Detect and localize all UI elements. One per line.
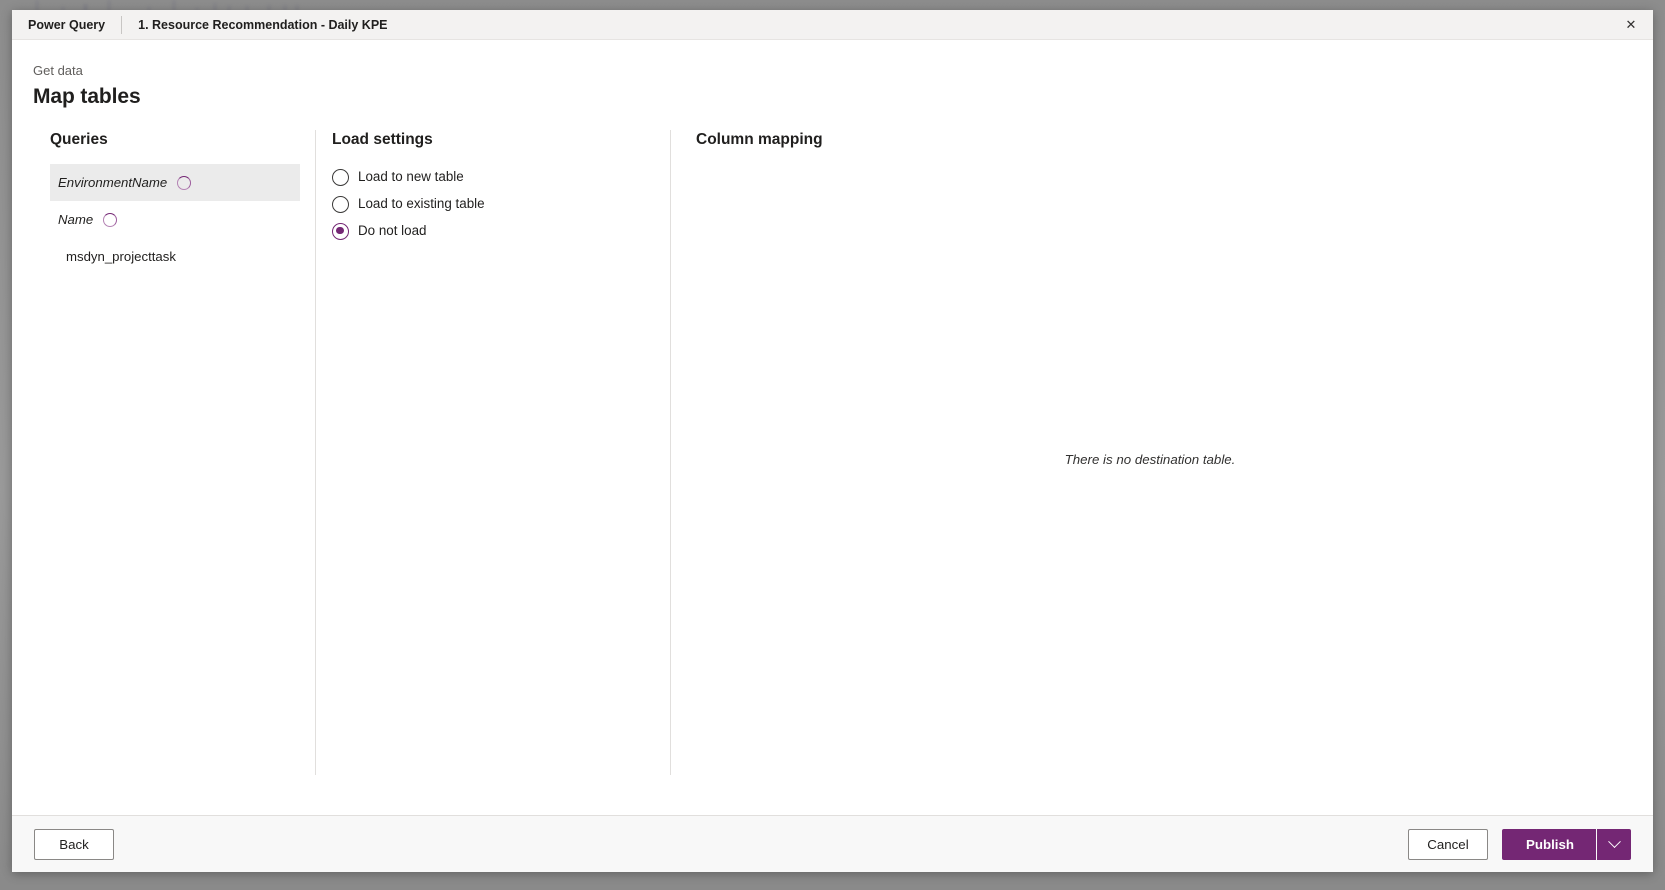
footer-actions: Cancel Publish — [1407, 828, 1631, 860]
column-mapping-pane: Column mapping There is no destination t… — [670, 130, 1653, 775]
radio-label: Load to existing table — [358, 196, 485, 211]
chevron-down-icon[interactable] — [1597, 828, 1631, 860]
radio-label: Load to new table — [358, 169, 464, 184]
query-item-label: msdyn_projecttask — [66, 249, 176, 264]
chevron-glyph — [1607, 834, 1621, 848]
cancel-button[interactable]: Cancel — [1407, 828, 1488, 860]
radio-do-not-load[interactable]: Do not load — [332, 218, 670, 244]
radio-icon-selected — [332, 222, 349, 240]
query-item-environmentname[interactable]: EnvironmentName — [50, 164, 300, 201]
query-item-msdyn-projecttask[interactable]: msdyn_projecttask — [50, 238, 300, 275]
titlebar-app-name: Power Query — [28, 17, 106, 32]
queries-title: Queries — [50, 131, 108, 148]
columns-container: Queries EnvironmentName Name msdyn_proje… — [12, 130, 1653, 775]
radio-load-to-new-table[interactable]: Load to new table — [332, 164, 670, 190]
loading-spinner-icon — [103, 212, 118, 227]
column-mapping-empty-message: There is no destination table. — [1064, 452, 1236, 467]
back-button[interactable]: Back — [34, 828, 114, 860]
dialog-titlebar: Power Query 1. Resource Recommendation -… — [12, 10, 1653, 40]
close-glyph: ✕ — [1625, 17, 1637, 32]
radio-load-to-existing-table[interactable]: Load to existing table — [332, 191, 670, 217]
heading-block: Get data Map tables — [12, 40, 1653, 112]
query-item-name[interactable]: Name — [50, 201, 300, 238]
dialog-footer: Back Cancel Publish — [12, 815, 1653, 872]
load-settings-pane: Load settings Load to new table Load to … — [315, 130, 670, 775]
page-title: Map tables — [33, 85, 141, 108]
load-settings-title: Load settings — [332, 131, 433, 148]
dialog-body: Get data Map tables Queries EnvironmentN… — [12, 40, 1653, 815]
radio-icon — [332, 168, 349, 186]
titlebar-document-name: 1. Resource Recommendation - Daily KPE — [138, 17, 388, 32]
queries-pane: Queries EnvironmentName Name msdyn_proje… — [12, 130, 315, 775]
loading-spinner-icon — [177, 175, 192, 190]
query-item-label: Name — [58, 212, 94, 227]
radio-icon — [332, 195, 349, 213]
column-mapping-title: Column mapping — [696, 131, 823, 148]
load-settings-radio-group: Load to new table Load to existing table… — [332, 164, 670, 244]
breadcrumb: Get data — [33, 63, 83, 78]
publish-button[interactable]: Publish — [1501, 828, 1596, 860]
radio-label: Do not load — [358, 223, 427, 238]
map-tables-dialog: Power Query 1. Resource Recommendation -… — [12, 10, 1653, 872]
close-icon[interactable]: ✕ — [1609, 10, 1653, 40]
publish-split-button: Publish — [1501, 828, 1631, 860]
query-item-label: EnvironmentName — [58, 175, 168, 190]
queries-list: EnvironmentName Name msdyn_projecttask — [50, 164, 300, 275]
